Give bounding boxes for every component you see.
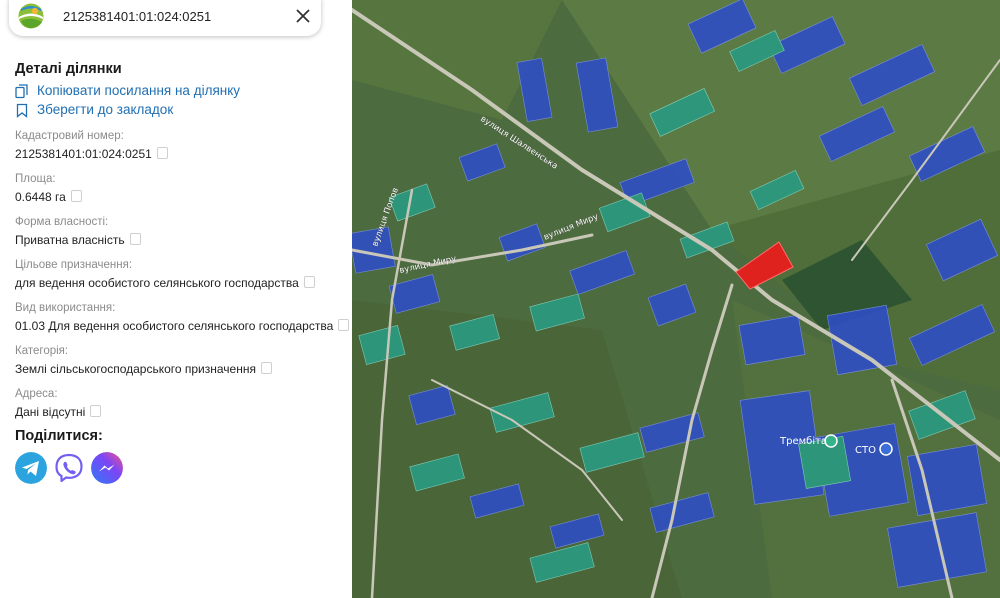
copy-icon[interactable]	[129, 233, 141, 245]
telegram-icon[interactable]	[15, 452, 47, 484]
messenger-icon[interactable]	[91, 452, 123, 484]
copy-icon[interactable]	[70, 190, 82, 202]
cadastral-number-value: 2125381401:01:024:0251	[15, 147, 168, 161]
copy-icon[interactable]	[338, 319, 350, 331]
search-bar[interactable]: 2125381401:01:024:0251	[9, 0, 321, 36]
usage-text: 01.03 Для ведення особистого селянського…	[15, 319, 334, 333]
map-canvas[interactable]: вулиця Шалвенська вулиця Миру вулиця Мир…	[352, 0, 1000, 598]
poi-sto[interactable]: СТО	[855, 442, 893, 456]
share-title: Поділитися:	[15, 428, 103, 444]
panel-title: Деталі ділянки	[15, 61, 122, 77]
usage-value: 01.03 Для ведення особистого селянського…	[15, 319, 350, 333]
cadastral-number-label: Кадастровий номер:	[15, 130, 124, 142]
purpose-value: для ведення особистого селянського госпо…	[15, 276, 315, 290]
copy-link-label: Копіювати посилання на ділянку	[37, 83, 241, 98]
ownership-text: Приватна власність	[15, 233, 125, 247]
poi-marker-icon	[879, 442, 893, 456]
ownership-label: Форма власності:	[15, 216, 109, 228]
poi-trembita[interactable]: Трембіта	[779, 434, 838, 448]
close-icon[interactable]	[293, 6, 313, 26]
category-value: Землі сільськогосподарського призначення	[15, 362, 272, 376]
copy-icon[interactable]	[260, 362, 272, 374]
usage-label: Вид використання:	[15, 302, 116, 314]
bookmark-icon	[16, 103, 28, 118]
address-value: Дані відсутні	[15, 405, 102, 419]
bookmark-label: Зберегти до закладок	[37, 102, 174, 117]
viber-icon[interactable]	[53, 452, 85, 484]
satellite-map[interactable]: вулиця Шалвенська вулиця Миру вулиця Мир…	[352, 0, 1000, 598]
address-label: Адреса:	[15, 388, 58, 400]
address-text: Дані відсутні	[15, 405, 86, 419]
category-text: Землі сільськогосподарського призначення	[15, 362, 256, 376]
area-label: Площа:	[15, 173, 56, 185]
app-logo-icon	[18, 3, 44, 29]
purpose-text: для ведення особистого селянського госпо…	[15, 276, 299, 290]
area-value: 0.6448 га	[15, 190, 82, 204]
copy-link-icon	[15, 84, 28, 99]
poi-label-sto: СТО	[855, 445, 876, 456]
search-input[interactable]: 2125381401:01:024:0251	[63, 9, 211, 24]
poi-label-trembita: Трембіта	[779, 435, 827, 447]
cadastral-number-text: 2125381401:01:024:0251	[15, 147, 152, 161]
copy-icon[interactable]	[156, 147, 168, 159]
purpose-label: Цільове призначення:	[15, 259, 133, 271]
details-panel: 2125381401:01:024:0251 Деталі ділянки Ко…	[0, 0, 352, 598]
copy-icon[interactable]	[303, 276, 315, 288]
copy-icon[interactable]	[90, 405, 102, 417]
area-text: 0.6448 га	[15, 190, 66, 204]
ownership-value: Приватна власність	[15, 233, 141, 247]
category-label: Категорія:	[15, 345, 69, 357]
